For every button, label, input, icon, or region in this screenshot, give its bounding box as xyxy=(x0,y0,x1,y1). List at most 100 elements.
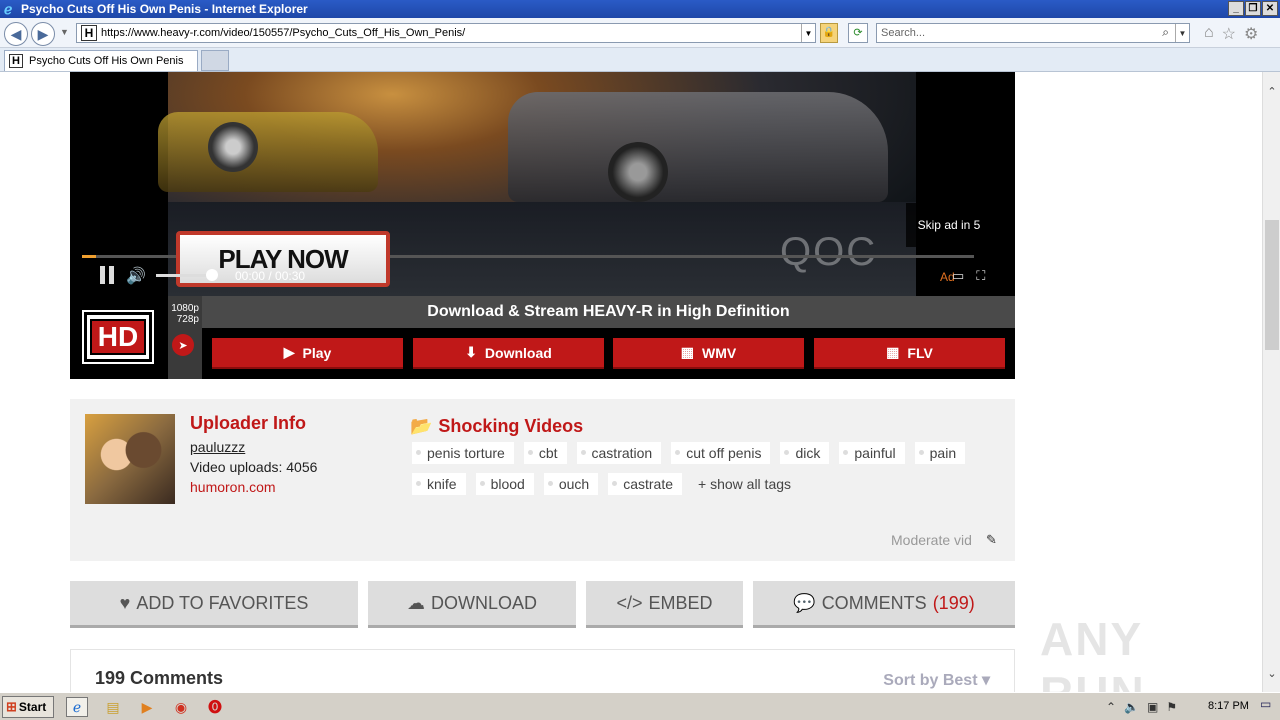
chrome-icon[interactable]: ◉ xyxy=(170,697,192,717)
tag[interactable]: painful xyxy=(839,442,905,464)
scroll-thumb[interactable] xyxy=(1265,220,1279,350)
res-1080: 1080p xyxy=(171,303,199,314)
action-center-flag-icon[interactable]: ⚑ xyxy=(1166,700,1177,714)
tag[interactable]: castration xyxy=(576,442,662,464)
history-dropdown-icon[interactable]: ▼ xyxy=(60,27,69,37)
tab-active[interactable]: H Psycho Cuts Off His Own Penis xyxy=(4,50,198,71)
wmv-label: WMV xyxy=(702,344,737,361)
play-button[interactable]: ▶ Play xyxy=(212,338,403,369)
start-button[interactable]: ⊞ Start xyxy=(2,696,54,718)
download-action-button[interactable]: ☁ DOWNLOAD xyxy=(368,581,576,628)
skip-ad-button[interactable]: Skip ad in 5 xyxy=(906,203,992,247)
video-car xyxy=(508,92,888,202)
windows-logo-icon: ⊞ xyxy=(6,699,17,714)
volume-knob[interactable] xyxy=(206,269,218,281)
new-tab-button[interactable] xyxy=(201,50,229,71)
lock-icon[interactable]: 🔒 xyxy=(820,23,838,43)
wmv-button[interactable]: ▦ WMV xyxy=(613,338,804,369)
restore-button[interactable]: ❐ xyxy=(1245,1,1261,16)
tag[interactable]: blood xyxy=(475,473,534,495)
show-all-tags-link[interactable]: + show all tags xyxy=(692,473,797,495)
download-label: Download xyxy=(484,344,552,361)
video-player[interactable]: QOC PLAY NOW 🔊 00:00 / 00:30 Skip ad in … xyxy=(70,72,1015,296)
scroll-up-icon[interactable]: ⌃ xyxy=(1263,82,1280,100)
clock[interactable]: 8:17 PM xyxy=(1208,700,1249,712)
volume-slider[interactable] xyxy=(156,274,212,277)
comments-count: (199) xyxy=(932,592,975,613)
tag[interactable]: cbt xyxy=(523,442,567,464)
scroll-down-icon[interactable]: ⌄ xyxy=(1263,664,1280,682)
comments-button[interactable]: 💬 COMMENTS (199) xyxy=(753,581,1015,628)
window-titlebar: ℯ Psycho Cuts Off His Own Penis - Intern… xyxy=(0,0,1280,18)
cloud-download-icon: ☁ xyxy=(406,592,425,613)
show-desktop-icon[interactable]: ▭ xyxy=(1260,697,1276,717)
tag[interactable]: pain xyxy=(914,442,966,464)
back-button[interactable]: ◀ xyxy=(4,22,28,46)
sort-dropdown[interactable]: Sort by Best ▾ xyxy=(883,670,990,690)
uploader-site-link[interactable]: humoron.com xyxy=(190,479,276,495)
moderate-video-link[interactable]: Moderate vid ✎ xyxy=(891,532,997,548)
category-link[interactable]: 📂 Shocking Videos xyxy=(410,416,583,437)
pause-button[interactable] xyxy=(100,266,116,284)
uploader-avatar[interactable] xyxy=(85,414,175,504)
tab-strip: H Psycho Cuts Off His Own Penis xyxy=(0,48,1280,72)
play-circle-icon[interactable]: ➤ xyxy=(172,334,194,356)
search-dropdown-icon[interactable]: ▼ xyxy=(1175,24,1189,42)
folder-open-icon: 📂 xyxy=(410,416,433,436)
tag[interactable]: knife xyxy=(412,473,466,495)
pause-icon xyxy=(100,266,105,284)
media-player-icon[interactable]: ▶ xyxy=(136,697,158,717)
window-title: Psycho Cuts Off His Own Penis - Internet… xyxy=(21,2,308,16)
search-icon[interactable]: ⌕ xyxy=(1162,25,1169,40)
ie-taskbar-icon[interactable]: ℯ xyxy=(66,697,88,717)
flv-button[interactable]: ▦ FLV xyxy=(814,338,1005,369)
tag[interactable]: dick xyxy=(780,442,830,464)
address-dropdown-icon[interactable]: ▼ xyxy=(801,24,815,42)
address-field[interactable]: H https://www.heavy-r.com/video/150557/P… xyxy=(76,23,816,43)
site-favicon-icon: H xyxy=(81,25,97,41)
category-title: Shocking Videos xyxy=(438,416,584,436)
hd-badge: HD xyxy=(82,310,154,364)
tray-expand-icon[interactable]: ⌃ xyxy=(1106,700,1116,714)
add-to-favorites-button[interactable]: ♥ ADD TO FAVORITES xyxy=(70,581,358,628)
tab-title: Psycho Cuts Off His Own Penis xyxy=(29,55,184,67)
comments-section: 199 Comments Sort by Best ▾ xyxy=(70,649,1015,692)
forward-arrow-icon: ▶ xyxy=(37,25,49,42)
comments-heading: 199 Comments xyxy=(95,668,224,688)
download-icon: ⬇ xyxy=(465,344,477,360)
volume-icon[interactable]: 🔊 xyxy=(126,266,146,286)
gear-icon[interactable]: ⚙ xyxy=(1244,24,1258,44)
search-input[interactable]: Search... ⌕ ▼ xyxy=(876,23,1190,43)
tag[interactable]: cut off penis xyxy=(671,442,771,464)
video-taxi xyxy=(158,112,378,192)
start-label: Start xyxy=(18,700,47,714)
search-placeholder: Search... xyxy=(881,27,926,39)
play-label: Play xyxy=(302,344,332,361)
speaker-icon[interactable]: 🔈 xyxy=(1124,700,1139,714)
home-icon[interactable]: ⌂ xyxy=(1204,24,1214,44)
embed-button[interactable]: </> EMBED xyxy=(586,581,743,628)
browser-toolbar-icons: ⌂ ☆ ⚙ xyxy=(1204,24,1258,44)
opera-icon[interactable]: ⓿ xyxy=(204,697,226,717)
uploader-video-count: Video uploads: 4056 xyxy=(190,459,318,475)
video-info-panel: Uploader Info pauluzzz Video uploads: 40… xyxy=(70,399,1015,561)
download-button[interactable]: ⬇ Download xyxy=(413,338,604,369)
film-icon: ▦ xyxy=(680,344,694,360)
theater-mode-icon[interactable]: ▭ xyxy=(952,268,964,284)
uploader-name-link[interactable]: pauluzzz xyxy=(190,439,245,455)
tag[interactable]: ouch xyxy=(543,473,599,495)
explorer-folder-icon[interactable]: ▤ xyxy=(102,697,124,717)
flv-label: FLV xyxy=(907,344,933,361)
forward-button[interactable]: ▶ xyxy=(31,22,55,46)
fullscreen-icon[interactable]: ⛶ xyxy=(976,268,985,284)
tag[interactable]: castrate xyxy=(608,473,683,495)
close-button[interactable]: ✕ xyxy=(1262,1,1278,16)
page-scrollbar[interactable]: ⌃ ⌄ xyxy=(1262,72,1280,692)
back-arrow-icon: ◀ xyxy=(10,25,22,42)
network-icon[interactable]: ▣ xyxy=(1147,700,1158,714)
tab-favicon-icon: H xyxy=(9,54,23,68)
tag[interactable]: penis torture xyxy=(412,442,514,464)
favorites-star-icon[interactable]: ☆ xyxy=(1222,24,1236,44)
refresh-button[interactable]: ⟳ xyxy=(848,23,868,43)
minimize-button[interactable]: _ xyxy=(1228,1,1244,16)
